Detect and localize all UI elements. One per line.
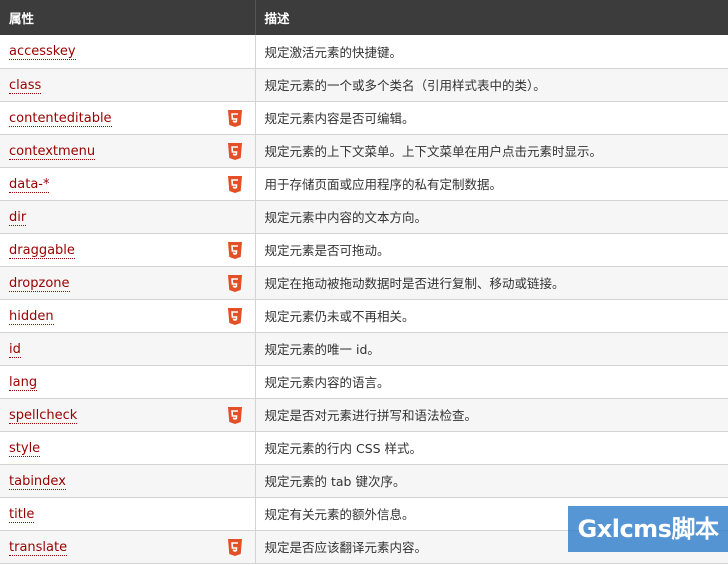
attribute-cell: lang (0, 365, 256, 399)
attribute-link[interactable]: accesskey (9, 44, 76, 61)
attribute-cell: accesskey (0, 35, 256, 69)
attribute-cell: translate (0, 530, 256, 564)
table-row: spellcheck 规定是否对元素进行拼写和语法检查。 (0, 398, 728, 432)
attribute-link[interactable]: spellcheck (9, 407, 78, 424)
attribute-link[interactable]: dropzone (9, 275, 70, 292)
attribute-link[interactable]: dir (9, 209, 27, 226)
description-cell: 规定元素的一个或多个类名（引用样式表中的类）。 (255, 68, 728, 102)
table-row: lang 规定元素内容的语言。 (0, 365, 728, 399)
table-row: hidden 规定元素仍未或不再相关。 (0, 299, 728, 333)
table-body: accesskey 规定激活元素的快捷键。 class 规定元素的一个或多个类名… (0, 35, 728, 564)
attribute-link[interactable]: data-* (9, 176, 50, 193)
table-row: accesskey 规定激活元素的快捷键。 (0, 35, 728, 69)
attribute-link[interactable]: draggable (9, 242, 75, 259)
table-row: contenteditable 规定元素内容是否可编辑。 (0, 101, 728, 135)
attribute-link[interactable]: hidden (9, 308, 54, 325)
attribute-cell: style (0, 431, 256, 465)
description-cell: 规定元素内容的语言。 (255, 365, 728, 399)
attribute-link[interactable]: lang (9, 374, 38, 391)
table-row: id 规定元素的唯一 id。 (0, 332, 728, 366)
html5-shield-icon (227, 307, 242, 325)
table-row: class 规定元素的一个或多个类名（引用样式表中的类）。 (0, 68, 728, 102)
attributes-table: 属性 描述 accesskey 规定激活元素的快捷键。 class 规定元素的一… (0, 0, 728, 564)
table-row: dropzone 规定在拖动被拖动数据时是否进行复制、移动或链接。 (0, 266, 728, 300)
table-row: draggable 规定元素是否可拖动。 (0, 233, 728, 267)
attribute-link[interactable]: tabindex (9, 473, 66, 490)
attribute-cell: id (0, 332, 256, 366)
attribute-cell: spellcheck (0, 398, 256, 432)
description-cell: 规定元素的唯一 id。 (255, 332, 728, 366)
table-row: style 规定元素的行内 CSS 样式。 (0, 431, 728, 465)
description-cell: 规定元素仍未或不再相关。 (255, 299, 728, 333)
description-cell: 规定是否对元素进行拼写和语法检查。 (255, 398, 728, 432)
html5-shield-icon (227, 538, 242, 556)
attribute-cell: dropzone (0, 266, 256, 300)
attribute-cell: title (0, 497, 256, 531)
attribute-link[interactable]: class (9, 77, 42, 94)
description-cell: 规定元素是否可拖动。 (255, 233, 728, 267)
description-cell: 规定在拖动被拖动数据时是否进行复制、移动或链接。 (255, 266, 728, 300)
watermark-logo: Gxlcms脚本 (568, 506, 728, 552)
attribute-cell: contextmenu (0, 134, 256, 168)
table-row: tabindex 规定元素的 tab 键次序。 (0, 464, 728, 498)
table-row: dir 规定元素中内容的文本方向。 (0, 200, 728, 234)
html5-shield-icon (227, 241, 242, 259)
attribute-link[interactable]: style (9, 440, 41, 457)
attribute-link[interactable]: translate (9, 539, 68, 556)
description-cell: 规定元素的 tab 键次序。 (255, 464, 728, 498)
html5-shield-icon (227, 109, 242, 127)
attribute-link[interactable]: contenteditable (9, 110, 112, 127)
attribute-cell: tabindex (0, 464, 256, 498)
attribute-link[interactable]: title (9, 506, 35, 523)
attribute-link[interactable]: id (9, 341, 21, 358)
table-row: contextmenu 规定元素的上下文菜单。上下文菜单在用户点击元素时显示。 (0, 134, 728, 168)
description-cell: 规定元素中内容的文本方向。 (255, 200, 728, 234)
description-cell: 规定元素内容是否可编辑。 (255, 101, 728, 135)
html5-shield-icon (227, 142, 242, 160)
attribute-link[interactable]: contextmenu (9, 143, 96, 160)
description-cell: 规定激活元素的快捷键。 (255, 35, 728, 69)
attribute-cell: hidden (0, 299, 256, 333)
description-cell: 规定元素的行内 CSS 样式。 (255, 431, 728, 465)
html5-shield-icon (227, 274, 242, 292)
html5-shield-icon (227, 406, 242, 424)
attribute-cell: data-* (0, 167, 256, 201)
table-row: data-* 用于存储页面或应用程序的私有定制数据。 (0, 167, 728, 201)
table-header-row: 属性 描述 (0, 0, 728, 35)
attribute-cell: dir (0, 200, 256, 234)
html5-shield-icon (227, 175, 242, 193)
attribute-cell: contenteditable (0, 101, 256, 135)
attribute-cell: draggable (0, 233, 256, 267)
attribute-cell: class (0, 68, 256, 102)
description-cell: 规定元素的上下文菜单。上下文菜单在用户点击元素时显示。 (255, 134, 728, 168)
header-description: 描述 (255, 0, 728, 35)
header-attribute: 属性 (0, 0, 256, 35)
description-cell: 用于存储页面或应用程序的私有定制数据。 (255, 167, 728, 201)
